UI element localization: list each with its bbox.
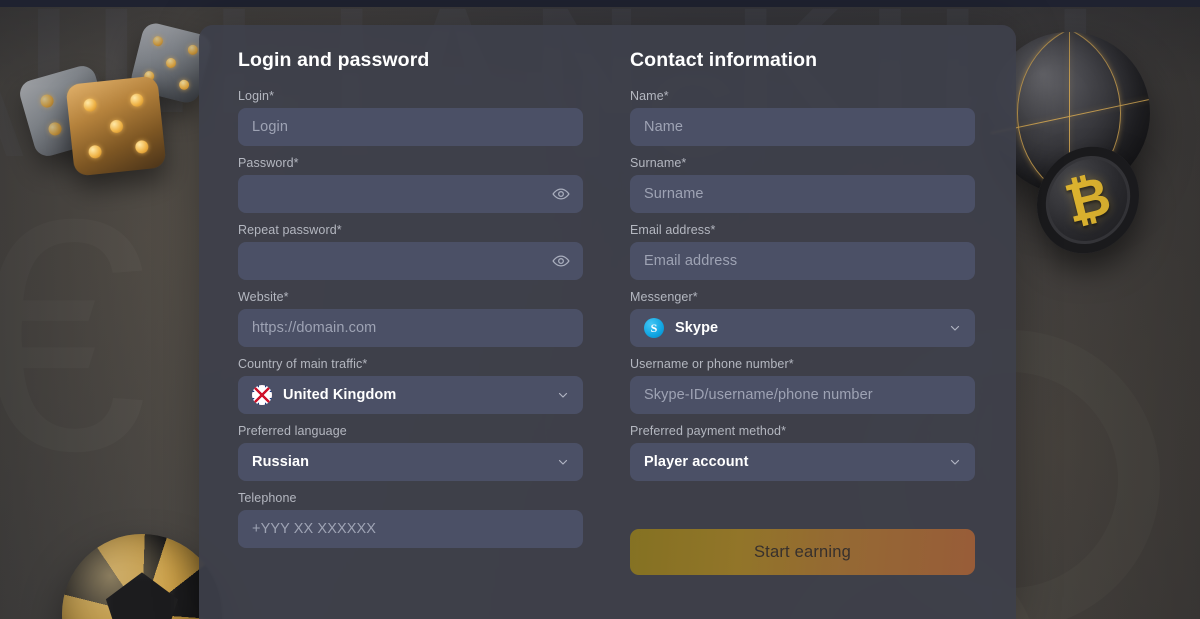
die-face: [65, 75, 166, 176]
country-select[interactable]: United Kingdom: [238, 376, 583, 414]
field-label-repeat-password: Repeat password*: [238, 223, 342, 237]
field-label-preferred-payment-method: Preferred payment method*: [630, 424, 787, 438]
field-messenger: Messenger* S Skype: [630, 290, 975, 347]
preferred-payment-method-select[interactable]: Player account: [630, 443, 975, 481]
field-label-website: Website*: [238, 290, 289, 304]
field-username-or-phone: Username or phone number* Skype-ID/usern…: [630, 357, 975, 414]
chevron-down-icon[interactable]: [949, 456, 961, 468]
contact-section-title: Contact information: [630, 49, 818, 71]
login-input-placeholder: Login: [252, 119, 288, 135]
username-or-phone-input[interactable]: Skype-ID/username/phone number: [630, 376, 975, 414]
field-label-preferred-language: Preferred language: [238, 424, 347, 438]
telephone-input-placeholder: +YYY XX XXXXXX: [252, 521, 377, 537]
die-gold-five: [65, 75, 167, 177]
field-label-email-address: Email address*: [630, 223, 716, 237]
email-address-input[interactable]: Email address: [630, 242, 975, 280]
repeat-password-input[interactable]: [238, 242, 583, 280]
die-pip: [83, 98, 98, 113]
messenger-select[interactable]: S Skype: [630, 309, 975, 347]
field-password: Password*: [238, 156, 583, 213]
login-input[interactable]: Login: [238, 108, 583, 146]
eye-icon[interactable]: [552, 252, 570, 270]
field-country: Country of main traffic* United Kingdom: [238, 357, 583, 414]
field-label-login: Login*: [238, 89, 275, 103]
die-pip: [108, 118, 124, 134]
submit-area: Start earning: [630, 529, 975, 575]
contact-information-column: Contact information Name* Name Surname* …: [630, 49, 975, 619]
name-input-placeholder: Name: [644, 119, 684, 135]
username-or-phone-input-placeholder: Skype-ID/username/phone number: [644, 387, 873, 403]
preferred-language-select[interactable]: Russian: [238, 443, 583, 481]
top-bar: [0, 0, 1200, 7]
preferred-language-select-value: Russian: [252, 454, 310, 470]
surname-input-placeholder: Surname: [644, 186, 704, 202]
password-input[interactable]: [238, 175, 583, 213]
field-email-address: Email address* Email address: [630, 223, 975, 280]
skype-icon: S: [644, 318, 664, 338]
website-input[interactable]: https://domain.com: [238, 309, 583, 347]
preferred-payment-method-select-value: Player account: [644, 454, 749, 470]
field-label-username-or-phone: Username or phone number*: [630, 357, 794, 371]
chevron-down-icon[interactable]: [949, 322, 961, 334]
field-preferred-language: Preferred language Russian: [238, 424, 583, 481]
website-input-placeholder: https://domain.com: [252, 320, 377, 336]
login-and-password-column: Login and password Login* Login Password…: [238, 49, 583, 619]
messenger-select-value: Skype: [675, 320, 719, 336]
login-section-title: Login and password: [238, 49, 430, 71]
field-label-telephone: Telephone: [238, 491, 297, 505]
die-pip: [88, 144, 103, 159]
start-earning-button[interactable]: Start earning: [630, 529, 975, 575]
die-pip: [134, 139, 149, 154]
field-login: Login* Login: [238, 89, 583, 146]
email-address-input-placeholder: Email address: [644, 253, 738, 269]
field-name: Name* Name: [630, 89, 975, 146]
surname-input[interactable]: Surname: [630, 175, 975, 213]
field-repeat-password: Repeat password*: [238, 223, 583, 280]
country-select-value: United Kingdom: [283, 387, 397, 403]
telephone-input[interactable]: +YYY XX XXXXXX: [238, 510, 583, 548]
chevron-down-icon[interactable]: [557, 389, 569, 401]
chevron-down-icon[interactable]: [557, 456, 569, 468]
field-label-name: Name*: [630, 89, 669, 103]
field-surname: Surname* Surname: [630, 156, 975, 213]
field-label-country: Country of main traffic*: [238, 357, 368, 371]
field-website: Website* https://domain.com: [238, 290, 583, 347]
name-input[interactable]: Name: [630, 108, 975, 146]
field-label-messenger: Messenger*: [630, 290, 698, 304]
field-telephone: Telephone +YYY XX XXXXXX: [238, 491, 583, 548]
field-label-surname: Surname*: [630, 156, 687, 170]
die-pip: [129, 93, 144, 108]
eye-icon[interactable]: [552, 185, 570, 203]
field-preferred-payment-method: Preferred payment method* Player account: [630, 424, 975, 481]
field-label-password: Password*: [238, 156, 299, 170]
registration-form-panel: Login and password Login* Login Password…: [199, 25, 1016, 619]
flag-united-kingdom-icon: [252, 385, 272, 405]
